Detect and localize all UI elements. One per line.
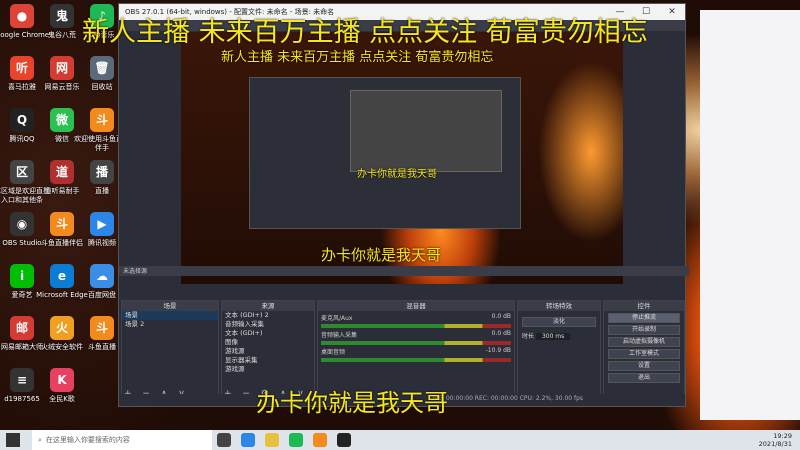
track-name: 桌面音频 xyxy=(321,349,346,356)
volume-meter[interactable] xyxy=(321,341,511,345)
app-icon: 区 xyxy=(10,160,34,184)
source-item[interactable]: 显示器采集 xyxy=(222,356,314,365)
desktop-icon-label: 全民K歌 xyxy=(49,395,75,403)
track-db: 0.0 dB xyxy=(491,330,511,337)
obs-taskbar-icon[interactable] xyxy=(337,433,351,447)
scenes-header: 场景 xyxy=(122,301,218,311)
nested-caption-text: 办卡你就是我天哥 xyxy=(357,169,437,180)
app-icon: 播 xyxy=(90,160,114,184)
source-item[interactable]: 音频输入采集 xyxy=(222,320,314,329)
app-icon: ≡ xyxy=(10,368,34,392)
transition-type-select[interactable]: 淡化 xyxy=(522,317,596,327)
background-window xyxy=(700,10,800,420)
clock-time: 19:29 xyxy=(773,432,792,440)
source-item[interactable]: 游戏源 xyxy=(222,347,314,356)
mixer-track: 麦克风/Aux 0.0 dB xyxy=(321,313,511,328)
app-icon: 🗑 xyxy=(90,56,114,80)
clock-date: 2021/8/31 xyxy=(758,440,792,448)
app-icon: 斗 xyxy=(50,212,74,236)
source-item[interactable]: 文本 (GDI+) 2 xyxy=(222,311,314,320)
app-icon: 火 xyxy=(50,316,74,340)
volume-meter[interactable] xyxy=(321,324,511,328)
duration-label: 时长 xyxy=(522,333,535,340)
controls-dock: 控件 停止推流开始录制启动虚拟摄像机 工作室模式设置退出 xyxy=(603,300,685,402)
transitions-header: 转场特效 xyxy=(518,301,600,311)
app-icon: 微 xyxy=(50,108,74,132)
app-icon: 道 xyxy=(50,160,74,184)
desktop-icon[interactable]: K 全民K歌 xyxy=(32,368,92,404)
control-button[interactable]: 开始录制 xyxy=(608,325,680,335)
app-icon: ☁ xyxy=(90,264,114,288)
track-db: -10.9 dB xyxy=(485,347,511,354)
clock[interactable]: 19:29 2021/8/31 xyxy=(759,432,792,448)
douyu-taskbar-icon[interactable] xyxy=(313,433,327,447)
nested-obs-preview xyxy=(249,77,521,229)
controls-header: 控件 xyxy=(604,301,684,311)
app-icon: e xyxy=(50,264,74,288)
app-icon: 鬼 xyxy=(50,4,74,28)
app-taskbar-icon[interactable] xyxy=(289,433,303,447)
search-placeholder: 在这里输入你要搜索的内容 xyxy=(45,436,130,444)
task-view-icon[interactable] xyxy=(217,433,231,447)
control-button[interactable]: 设置 xyxy=(608,361,680,371)
app-icon: i xyxy=(10,264,34,288)
scenes-dock: 场景 场景 场景 2 + − ∧ ∨ xyxy=(121,300,219,402)
mixer-track: 音频输入采集 0.0 dB xyxy=(321,330,511,345)
app-icon: 邮 xyxy=(10,316,34,340)
source-item[interactable]: 文本 (GDI+) xyxy=(222,329,314,338)
nested-obs-preview-inner xyxy=(350,90,502,172)
source-status-label: 未选择源 xyxy=(119,266,689,276)
control-button[interactable]: 停止推流 xyxy=(608,313,680,323)
taskbar-search[interactable]: ⌕ 在这里输入你要搜索的内容 xyxy=(32,430,212,450)
taskbar: ⌕ 在这里输入你要搜索的内容 19:29 2021/8/31 xyxy=(0,430,800,450)
search-icon: ⌕ xyxy=(38,435,42,444)
close-button[interactable]: ✕ xyxy=(659,7,685,17)
app-icon: 听 xyxy=(10,56,34,80)
status-text: LIVE: 00:00:00 REC: 00:00:00 CPU: 2.2%, … xyxy=(429,395,584,402)
control-button[interactable]: 退出 xyxy=(608,373,680,383)
scene-item[interactable]: 场景 xyxy=(122,311,218,320)
obs-window: OBS 27.0.1 (64-bit, windows) - 配置文件: 未命名… xyxy=(118,3,689,407)
app-icon: ▶ xyxy=(90,212,114,236)
source-item[interactable]: 游戏源 xyxy=(222,365,314,374)
sources-header: 来源 xyxy=(222,301,314,311)
preview-caption-text: 办卡你就是我天哥 xyxy=(321,246,442,264)
source-item[interactable]: 图像 xyxy=(222,338,314,347)
control-button[interactable]: 工作室模式 xyxy=(608,349,680,359)
app-icon: ● xyxy=(10,4,34,28)
app-icon: Q xyxy=(10,108,34,132)
preview-canvas[interactable]: 新人主播 未来百万主播 点点关注 荀富贵勿相忘 办卡你就是我天哥 办卡你就是我天… xyxy=(181,32,623,284)
edge-taskbar-icon[interactable] xyxy=(241,433,255,447)
track-name: 麦克风/Aux xyxy=(321,315,353,322)
banner-text: 新人主播 未来百万主播 点点关注 荀富贵勿相忘 xyxy=(82,17,648,48)
track-db: 0.0 dB xyxy=(491,313,511,320)
mixer-track: 桌面音频 -10.9 dB xyxy=(321,347,511,362)
explorer-taskbar-icon[interactable] xyxy=(265,433,279,447)
track-name: 音频输入采集 xyxy=(321,332,358,339)
app-icon: 斗 xyxy=(90,316,114,340)
bottom-caption-text: 办卡你就是我天哥 xyxy=(256,389,448,417)
mixer-header: 混音器 xyxy=(318,301,514,311)
app-icon: K xyxy=(50,368,74,392)
transitions-dock: 转场特效 淡化 时长 300 ms xyxy=(517,300,601,402)
volume-meter[interactable] xyxy=(321,358,511,362)
app-icon: 斗 xyxy=(90,108,114,132)
duration-input[interactable]: 300 ms xyxy=(535,333,571,340)
control-button[interactable]: 启动虚拟摄像机 xyxy=(608,337,680,347)
app-icon: 网 xyxy=(50,56,74,80)
app-icon: ◉ xyxy=(10,212,34,236)
scene-item[interactable]: 场景 2 xyxy=(122,320,218,329)
windows-start-icon[interactable] xyxy=(6,433,20,447)
